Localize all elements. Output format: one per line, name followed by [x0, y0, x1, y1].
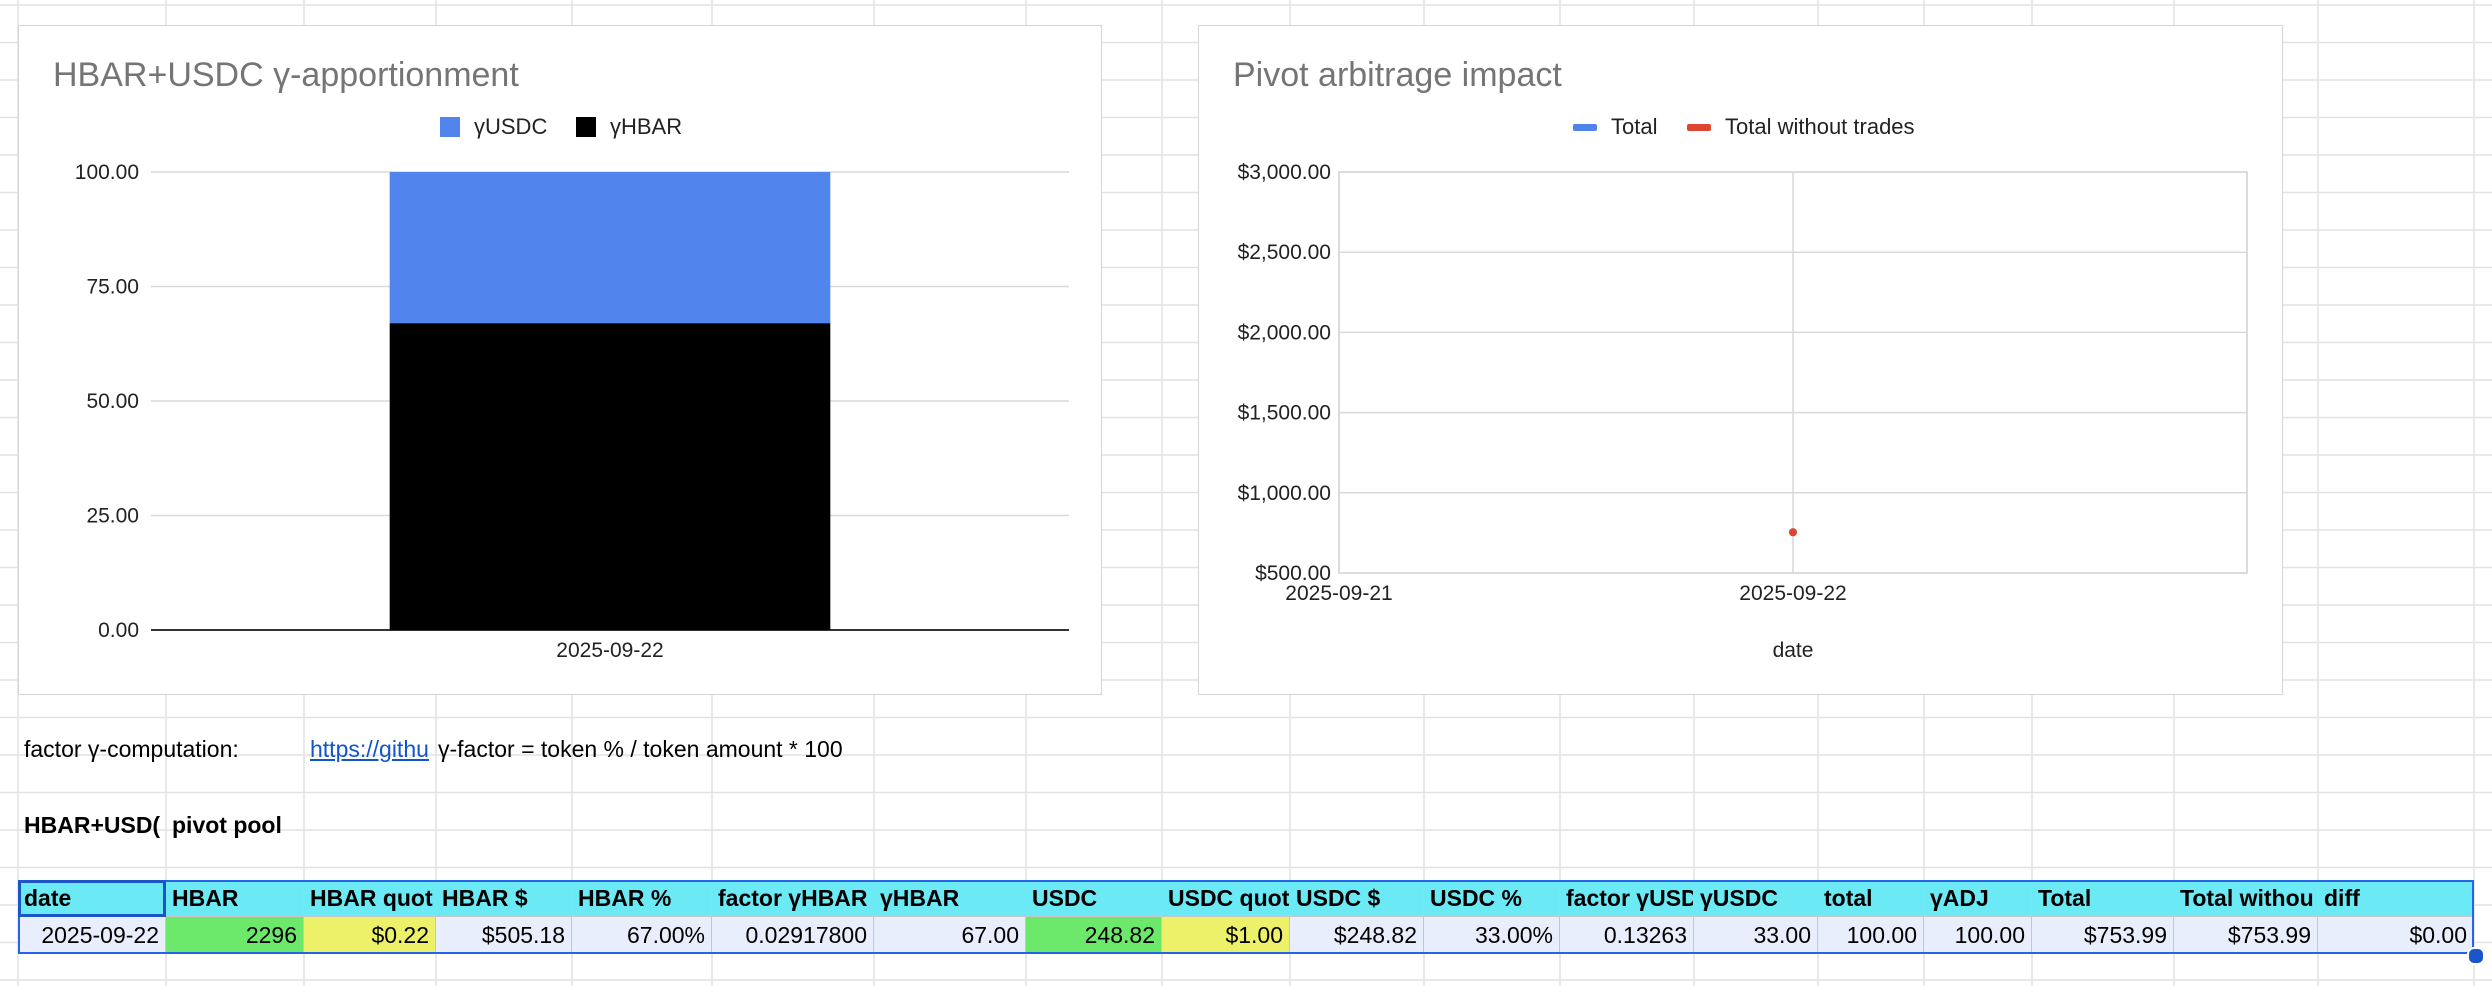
github-link[interactable]: https://githu [310, 736, 434, 763]
x-tick-label: 2025-09-22 [556, 639, 663, 662]
table-cell[interactable]: 67.00% [572, 917, 712, 954]
column-header[interactable]: USDC $ [1290, 880, 1424, 917]
y-tick-label: $2,500.00 [1238, 241, 1331, 264]
table-cell[interactable]: 0.02917800 [712, 917, 874, 954]
y-tick-label: $2,000.00 [1238, 321, 1331, 344]
y-tick-label: 25.00 [86, 505, 139, 528]
bar-plot-area: 0.00 25.00 50.00 75.00 100.00 2025-09-22 [75, 161, 1069, 662]
table-cell[interactable]: $248.82 [1290, 917, 1424, 954]
table-cell[interactable]: 33.00 [1694, 917, 1818, 954]
y-tick-label: 0.00 [98, 619, 139, 642]
point-total-without-trades[interactable] [1789, 528, 1797, 537]
table-cell[interactable]: $1.00 [1162, 917, 1290, 954]
column-header[interactable]: γUSDC [1694, 880, 1818, 917]
pool-subtitle-cell: pivot pool [172, 812, 282, 838]
table-cell[interactable]: 100.00 [1924, 917, 2032, 954]
fill-handle[interactable] [2467, 947, 2485, 965]
table-cell[interactable]: 248.82 [1026, 917, 1162, 954]
column-header[interactable]: γADJ [1924, 880, 2032, 917]
column-header[interactable]: HBAR quot [304, 880, 436, 917]
table-cell[interactable]: $0.00 [2318, 917, 2474, 954]
table-cell[interactable]: 67.00 [874, 917, 1026, 954]
x-tick-label: 2025-09-22 [1739, 582, 1846, 605]
table-cell[interactable]: $753.99 [2174, 917, 2318, 954]
table-cell[interactable]: 33.00% [1424, 917, 1560, 954]
table-cell[interactable]: $0.22 [304, 917, 436, 954]
gamma-formula: γ-factor = token % / token amount * 100 [438, 736, 843, 762]
factor-label: factor γ-computation: [24, 736, 239, 762]
y-tick-label: 50.00 [86, 390, 139, 413]
table-row: 2025-09-22 2296 $0.22 $505.18 67.00% 0.029178… [18, 917, 2474, 954]
table-cell[interactable]: 100.00 [1818, 917, 1924, 954]
table-cell[interactable]: 2025-09-22 [18, 917, 166, 954]
pivot-arbitrage-chart[interactable]: Pivot arbitrage impact Total Total witho… [1198, 25, 2283, 695]
column-header[interactable]: diff [2318, 880, 2474, 917]
column-header[interactable]: date [18, 880, 166, 917]
column-header[interactable]: HBAR [166, 880, 304, 917]
column-header[interactable]: factor γUSD [1560, 880, 1694, 917]
y-tick-label: $3,000.00 [1238, 161, 1331, 184]
column-header[interactable]: HBAR $ [436, 880, 572, 917]
column-header[interactable]: γHBAR [874, 880, 1026, 917]
pool-title-cell: HBAR+USD( [24, 812, 161, 838]
column-header[interactable]: HBAR % [572, 880, 712, 917]
column-header[interactable]: total [1818, 880, 1924, 917]
bar-hbar[interactable] [389, 323, 831, 630]
x-axis-label: date [1773, 639, 1814, 662]
y-tick-label: $1,500.00 [1238, 402, 1331, 425]
y-tick-label: 75.00 [86, 276, 139, 299]
column-header[interactable]: USDC [1026, 880, 1162, 917]
line-plot-area: $500.00$1,000.00$1,500.00$2,000.00$2,500… [1238, 161, 2248, 662]
gamma-apportionment-chart[interactable]: HBAR+USDC γ-apportionment γUSDC γHBAR 0.… [18, 25, 1102, 695]
table-header-row: date HBAR HBAR quot HBAR $ HBAR % factor γHBA… [18, 880, 2474, 917]
table-cell[interactable]: 0.13263 [1560, 917, 1694, 954]
table-cell[interactable]: $505.18 [436, 917, 572, 954]
bar-usdc[interactable] [389, 172, 831, 324]
column-header[interactable]: Total [2032, 880, 2174, 917]
table-cell[interactable]: 2296 [166, 917, 304, 954]
column-header[interactable]: USDC % [1424, 880, 1560, 917]
y-tick-label: $1,000.00 [1238, 482, 1331, 505]
column-header[interactable]: factor γHBAR [712, 880, 874, 917]
column-header[interactable]: Total withou [2174, 880, 2318, 917]
x-tick-label: 2025-09-21 [1285, 582, 1392, 605]
table-cell[interactable]: $753.99 [2032, 917, 2174, 954]
column-header[interactable]: USDC quot [1162, 880, 1290, 917]
y-tick-label: 100.00 [75, 161, 139, 184]
